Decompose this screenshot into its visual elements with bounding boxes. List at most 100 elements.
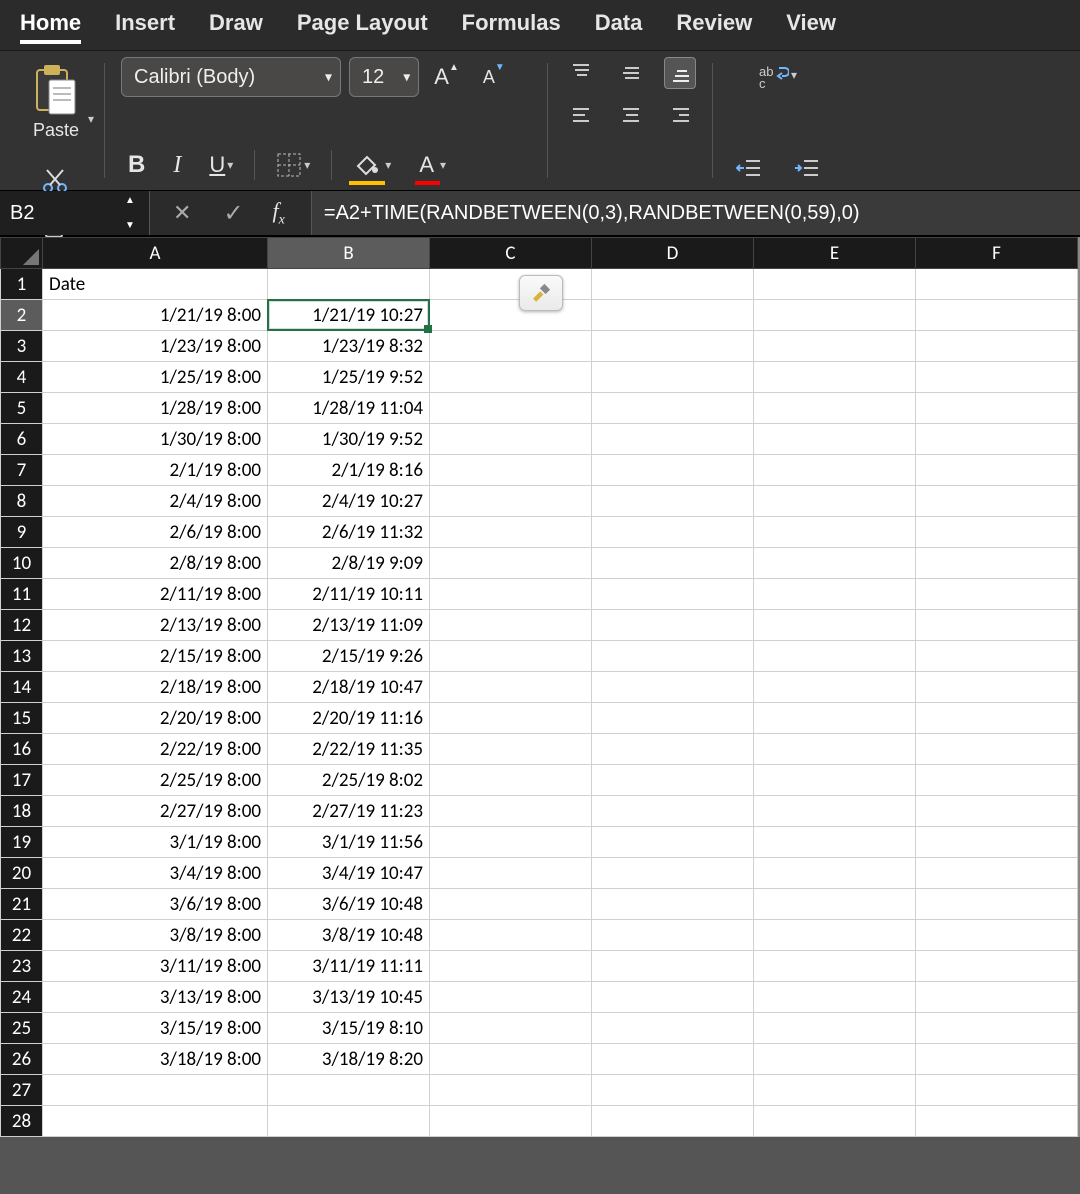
cell-B8[interactable]: 2/4/19 10:27 (268, 486, 430, 517)
cell-C3[interactable] (430, 331, 592, 362)
cell-B24[interactable]: 3/13/19 10:45 (268, 982, 430, 1013)
tab-home[interactable]: Home (20, 10, 81, 42)
cell-B15[interactable]: 2/20/19 11:16 (268, 703, 430, 734)
cell-B25[interactable]: 3/15/19 8:10 (268, 1013, 430, 1044)
cell-F1[interactable] (916, 269, 1078, 300)
cell-B7[interactable]: 2/1/19 8:16 (268, 455, 430, 486)
tab-insert[interactable]: Insert (115, 10, 175, 42)
cell-F12[interactable] (916, 610, 1078, 641)
row-header-21[interactable]: 21 (1, 889, 43, 920)
cell-F16[interactable] (916, 734, 1078, 765)
row-header-24[interactable]: 24 (1, 982, 43, 1013)
row-header-15[interactable]: 15 (1, 703, 43, 734)
tab-view[interactable]: View (786, 10, 836, 42)
cell-B19[interactable]: 3/1/19 11:56 (268, 827, 430, 858)
cell-C11[interactable] (430, 579, 592, 610)
cell-C5[interactable] (430, 393, 592, 424)
cell-A20[interactable]: 3/4/19 8:00 (43, 858, 268, 889)
cell-A2[interactable]: 1/21/19 8:00 (43, 300, 268, 331)
wrap-text-button[interactable]: abc ▾ (729, 57, 827, 93)
cell-A6[interactable]: 1/30/19 8:00 (43, 424, 268, 455)
cell-B14[interactable]: 2/18/19 10:47 (268, 672, 430, 703)
cell-D20[interactable] (592, 858, 754, 889)
cell-B1[interactable] (268, 269, 430, 300)
select-all-corner[interactable] (1, 238, 43, 269)
align-left-button[interactable] (564, 99, 596, 131)
cell-E21[interactable] (754, 889, 916, 920)
cell-B17[interactable]: 2/25/19 8:02 (268, 765, 430, 796)
row-header-20[interactable]: 20 (1, 858, 43, 889)
column-header-D[interactable]: D (592, 238, 754, 269)
fx-icon[interactable]: fx (269, 198, 295, 228)
cell-F22[interactable] (916, 920, 1078, 951)
cell-C2[interactable] (430, 300, 592, 331)
cell-D4[interactable] (592, 362, 754, 393)
cell-A25[interactable]: 3/15/19 8:00 (43, 1013, 268, 1044)
cell-E15[interactable] (754, 703, 916, 734)
cell-C13[interactable] (430, 641, 592, 672)
column-header-A[interactable]: A (43, 238, 268, 269)
cell-B13[interactable]: 2/15/19 9:26 (268, 641, 430, 672)
cell-D14[interactable] (592, 672, 754, 703)
row-header-28[interactable]: 28 (1, 1106, 43, 1137)
row-header-18[interactable]: 18 (1, 796, 43, 827)
cell-B22[interactable]: 3/8/19 10:48 (268, 920, 430, 951)
cell-E6[interactable] (754, 424, 916, 455)
cell-E18[interactable] (754, 796, 916, 827)
cell-F15[interactable] (916, 703, 1078, 734)
align-center-button[interactable] (614, 99, 646, 131)
row-header-7[interactable]: 7 (1, 455, 43, 486)
paste-options-button[interactable] (519, 275, 563, 311)
cell-C24[interactable] (430, 982, 592, 1013)
cell-D2[interactable] (592, 300, 754, 331)
column-header-E[interactable]: E (754, 238, 916, 269)
cell-A3[interactable]: 1/23/19 8:00 (43, 331, 268, 362)
cell-F25[interactable] (916, 1013, 1078, 1044)
decrease-font-button[interactable]: A▼ (476, 59, 512, 95)
caret-down-icon[interactable]: ▼ (125, 220, 143, 231)
cell-E7[interactable] (754, 455, 916, 486)
cell-D10[interactable] (592, 548, 754, 579)
cell-D22[interactable] (592, 920, 754, 951)
font-color-button[interactable]: A ▾ (412, 147, 453, 183)
cell-E3[interactable] (754, 331, 916, 362)
cell-C16[interactable] (430, 734, 592, 765)
cell-D6[interactable] (592, 424, 754, 455)
cell-E26[interactable] (754, 1044, 916, 1075)
cell-D3[interactable] (592, 331, 754, 362)
borders-button[interactable]: ▾ (269, 147, 317, 183)
cell-E17[interactable] (754, 765, 916, 796)
cell-B10[interactable]: 2/8/19 9:09 (268, 548, 430, 579)
row-header-6[interactable]: 6 (1, 424, 43, 455)
cell-F2[interactable] (916, 300, 1078, 331)
cell-A26[interactable]: 3/18/19 8:00 (43, 1044, 268, 1075)
bold-button[interactable]: B (121, 146, 152, 184)
cell-E20[interactable] (754, 858, 916, 889)
cell-F23[interactable] (916, 951, 1078, 982)
cell-A1[interactable]: Date (43, 269, 268, 300)
cell-D21[interactable] (592, 889, 754, 920)
cell-A11[interactable]: 2/11/19 8:00 (43, 579, 268, 610)
cell-D15[interactable] (592, 703, 754, 734)
cell-A23[interactable]: 3/11/19 8:00 (43, 951, 268, 982)
column-header-B[interactable]: B (268, 238, 430, 269)
cell-F24[interactable] (916, 982, 1078, 1013)
cell-B16[interactable]: 2/22/19 11:35 (268, 734, 430, 765)
cell-D19[interactable] (592, 827, 754, 858)
cell-B4[interactable]: 1/25/19 9:52 (268, 362, 430, 393)
cell-D27[interactable] (592, 1075, 754, 1106)
cell-E11[interactable] (754, 579, 916, 610)
cell-C25[interactable] (430, 1013, 592, 1044)
cell-C21[interactable] (430, 889, 592, 920)
cell-A12[interactable]: 2/13/19 8:00 (43, 610, 268, 641)
increase-indent-button[interactable] (787, 152, 827, 184)
cell-B21[interactable]: 3/6/19 10:48 (268, 889, 430, 920)
row-header-12[interactable]: 12 (1, 610, 43, 641)
cell-C14[interactable] (430, 672, 592, 703)
cell-A15[interactable]: 2/20/19 8:00 (43, 703, 268, 734)
cell-F3[interactable] (916, 331, 1078, 362)
column-header-C[interactable]: C (430, 238, 592, 269)
cell-A28[interactable] (43, 1106, 268, 1137)
cell-E24[interactable] (754, 982, 916, 1013)
column-header-F[interactable]: F (916, 238, 1078, 269)
